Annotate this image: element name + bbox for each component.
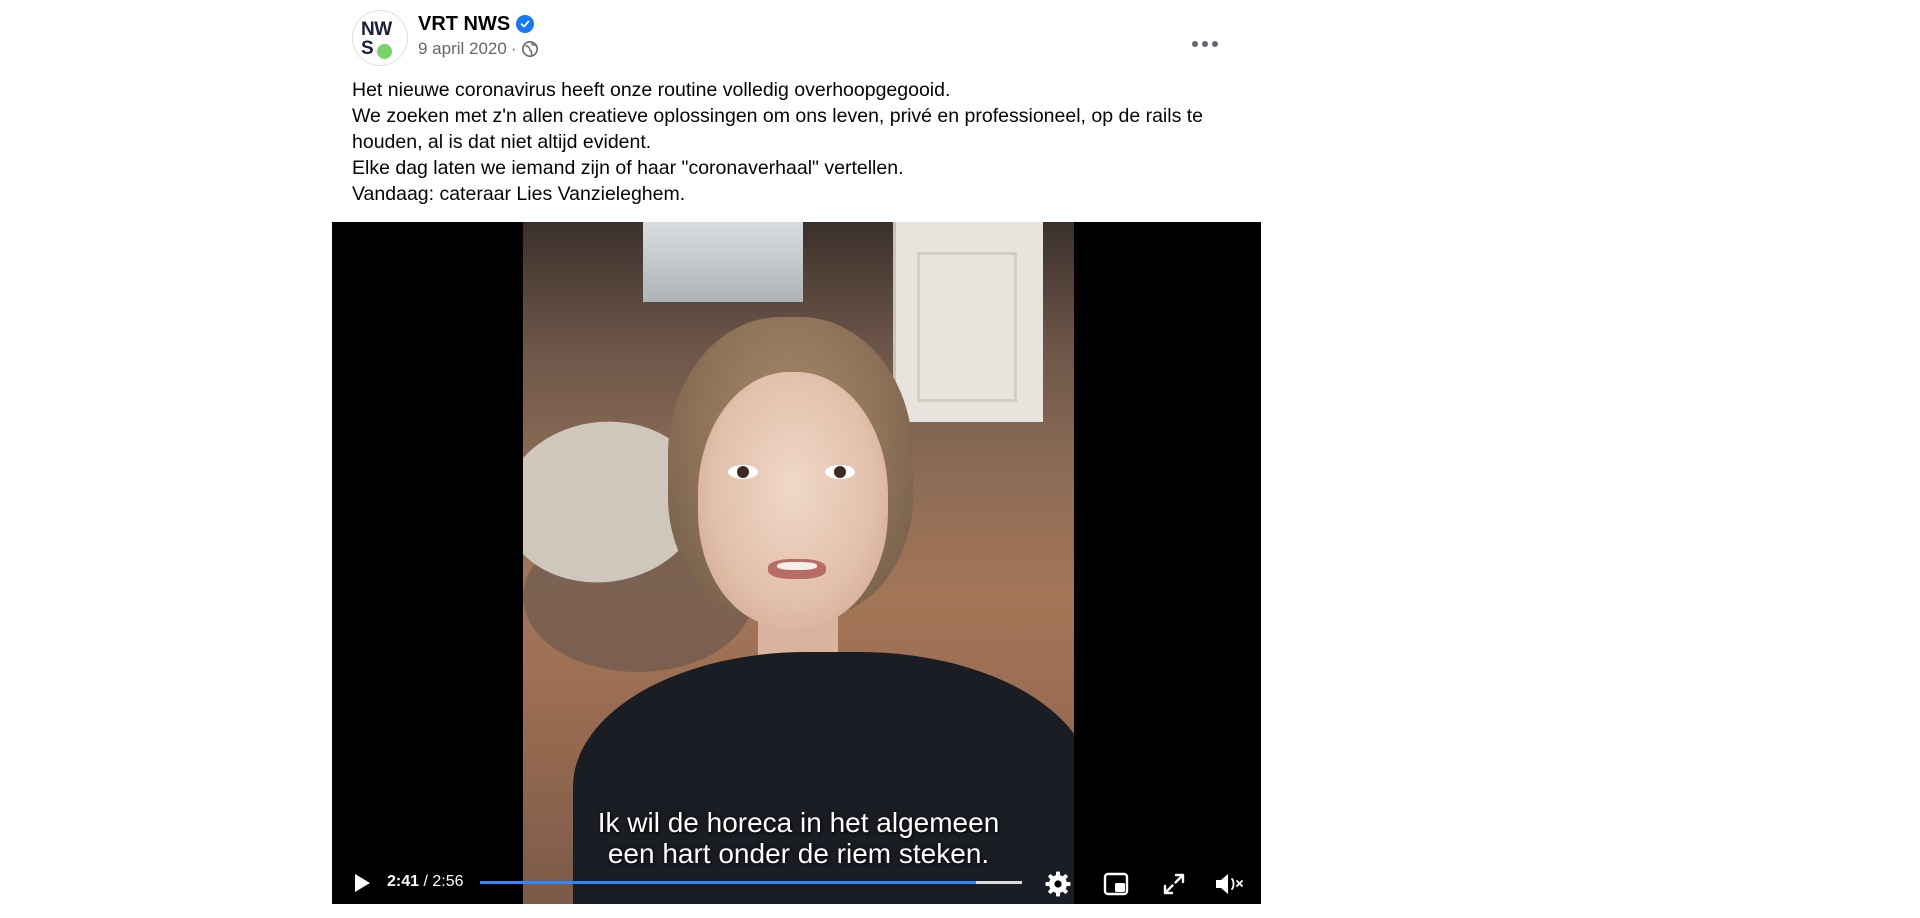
video-frame (523, 222, 1074, 904)
post-date-link[interactable]: 9 april 2020 (418, 39, 507, 59)
progress-played (480, 881, 976, 884)
name-row: VRT NWS (418, 12, 535, 36)
post-text-line: We zoeken met z'n allen creatieve oploss… (352, 105, 1204, 153)
video-player[interactable]: Ik wil de horeca in het algemeen een har… (332, 222, 1261, 904)
post-text: Het nieuwe coronavirus heeft onze routin… (352, 77, 1241, 207)
time-separator: / (419, 873, 433, 890)
duration: 2:56 (432, 873, 464, 890)
video-subtitle: Ik wil de horeca in het algemeen een har… (523, 807, 1074, 869)
avatar-logo-top: NW (361, 19, 392, 40)
current-time: 2:41 (387, 873, 420, 890)
post-card: NW S VRT NWS 9 april 2020 · Het nieuwe c… (332, 0, 1261, 905)
post-meta: 9 april 2020 · (418, 38, 539, 60)
fullscreen-icon[interactable] (1160, 870, 1188, 898)
video-controls: 2:41 / 2:56 (332, 862, 1261, 904)
more-options-icon[interactable] (1185, 24, 1225, 64)
gear-icon[interactable] (1044, 870, 1072, 898)
post-text-line: Vandaag: cateraar Lies Vanzieleghem. (352, 183, 686, 205)
page-avatar[interactable]: NW S (352, 10, 408, 66)
post-text-line: Het nieuwe coronavirus heeft onze routin… (352, 79, 951, 101)
avatar-logo-bottom: S (361, 38, 374, 59)
progress-bar[interactable] (480, 881, 1022, 884)
globe-icon[interactable] (521, 40, 539, 58)
post-text-line: Elke dag laten we iemand zijn of haar "c… (352, 157, 904, 179)
post-header: NW S VRT NWS 9 april 2020 · (352, 10, 1241, 68)
verified-badge-icon (516, 15, 535, 33)
picture-in-picture-icon[interactable] (1102, 870, 1130, 898)
play-icon[interactable] (350, 870, 374, 896)
avatar-logo-dot (377, 44, 392, 59)
video-time: 2:41 / 2:56 (387, 873, 464, 891)
meta-separator: · (510, 39, 517, 58)
page-name-link[interactable]: VRT NWS (418, 13, 510, 36)
volume-muted-icon[interactable] (1212, 870, 1248, 898)
subtitle-line: Ik wil de horeca in het algemeen (597, 807, 1000, 838)
progress-buffered (975, 881, 1022, 884)
